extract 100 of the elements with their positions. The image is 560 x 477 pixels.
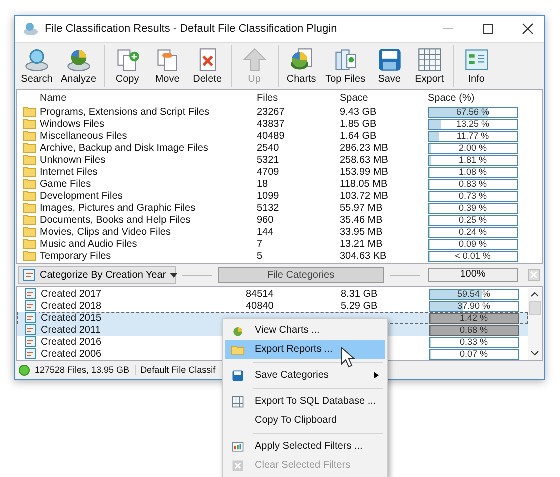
folder-icon — [21, 107, 38, 117]
column-header[interactable]: Space — [340, 93, 428, 104]
percent-bar: 13.25 % — [428, 118, 518, 130]
toolbar-button[interactable]: Delete — [188, 43, 228, 89]
status-text: Default File Classif — [140, 365, 216, 375]
table-cell-text: 7 — [257, 238, 264, 250]
table-cell-text: 1.85 GB — [340, 118, 378, 130]
menu-item[interactable]: Export Reports ... — [225, 340, 385, 359]
folder-icon — [21, 227, 38, 237]
calendar-icon — [23, 268, 36, 282]
percent-bar: 59.54 % — [429, 288, 519, 300]
table-cell-text: Documents, Books and Help Files — [39, 214, 192, 226]
save-icon — [231, 368, 245, 382]
table-cell-text: Game Files — [39, 178, 92, 190]
table-cell-text: 258.63 MB — [340, 154, 390, 166]
folder-icon — [21, 119, 38, 129]
percent-bar: 0.68 % — [429, 324, 519, 336]
folder-icon — [21, 179, 38, 189]
table-cell[interactable]: Created 2017 — [39, 288, 246, 300]
info-icon — [464, 47, 490, 73]
scrollbar[interactable] — [528, 288, 542, 360]
file-categories-button[interactable]: File Categories — [218, 267, 384, 283]
table-cell-text: 23267 — [257, 106, 286, 118]
table-cell-text: 18 — [257, 178, 270, 190]
save-icon — [376, 47, 403, 73]
table-cell-text: Temporary Files — [39, 250, 112, 262]
folder-icon — [21, 167, 38, 177]
percent-bar: 67.56 % — [428, 106, 518, 118]
column-header[interactable]: Files — [257, 93, 340, 104]
percent-bar: 1.08 % — [428, 166, 518, 178]
percent-bar: 1.81 % — [428, 154, 518, 166]
table-cell-text: 5 — [257, 250, 264, 262]
folder-icon — [21, 215, 38, 225]
scroll-thumb[interactable] — [529, 301, 541, 315]
folder-icon — [21, 131, 38, 141]
table-cell-text: Images, Pictures and Graphic Files — [39, 202, 197, 214]
percent-bar: 0.33 % — [429, 336, 519, 348]
folder-icon — [21, 251, 38, 261]
table-cell-text: 40489 — [257, 130, 286, 142]
dropdown-arrow-icon — [170, 272, 178, 278]
toolbar-button[interactable]: Charts — [282, 43, 322, 89]
menu-item[interactable]: Export To SQL Database ... — [225, 392, 385, 411]
menu-item[interactable]: Apply Selected Filters ... — [225, 437, 385, 456]
table-cell-text: 5132 — [257, 202, 280, 214]
percent-bar: 0.07 % — [429, 348, 519, 360]
pie-disk-icon — [66, 47, 92, 73]
status-text: 127528 Files, 13.95 GB — [35, 365, 136, 375]
table-cell-text: Unknown Files — [39, 154, 107, 166]
table-cell[interactable]: Created 2018 — [39, 300, 246, 312]
toolbar-button[interactable]: Search — [17, 43, 57, 89]
scroll-up-icon[interactable] — [531, 292, 539, 297]
cursor-icon — [341, 347, 355, 369]
table-cell-text: 5.29 GB — [341, 300, 379, 312]
menu-item[interactable]: Save Categories — [225, 366, 385, 385]
table-cell-text: Development Files — [39, 190, 124, 202]
scroll-down-icon[interactable] — [531, 351, 539, 356]
percent-bar: < 0.01 % — [428, 250, 518, 262]
toolbar-button[interactable]: Move — [148, 43, 188, 89]
table-cell-text: 153.99 MB — [340, 166, 390, 178]
menu-item[interactable]: Copy To Clipboard — [225, 411, 385, 430]
column-header[interactable]: Name — [38, 93, 257, 104]
table-cell-text: 13.21 MB — [340, 238, 384, 250]
app-icon — [23, 21, 39, 37]
search-icon — [24, 47, 50, 73]
status-dot-icon — [19, 364, 30, 376]
close-icon[interactable] — [522, 23, 534, 35]
table-cell-text: 8.31 GB — [341, 288, 379, 300]
table-cell-text: 40840 — [246, 300, 275, 312]
percent-bar: 0.83 % — [428, 178, 518, 190]
table-cell-text: 43837 — [257, 118, 286, 130]
toolbar-button[interactable]: Info — [456, 43, 497, 89]
toolbar-button[interactable]: Export — [410, 43, 450, 89]
grid-icon — [231, 394, 245, 408]
progress-field: 100% — [428, 268, 518, 282]
table-cell-text: 9.43 GB — [340, 106, 378, 118]
toolbar-button[interactable]: Analyze — [57, 43, 101, 89]
table-cell-text: 84514 — [246, 288, 275, 300]
table-cell-text: Music and Audio Files — [39, 238, 138, 250]
column-header[interactable]: Space (%) — [428, 93, 475, 104]
table-cell-text: 2540 — [257, 142, 280, 154]
table-cell-text: Windows Files — [39, 118, 106, 130]
documents-icon — [332, 47, 359, 73]
percent-bar: 0.24 % — [428, 226, 518, 238]
categorize-dropdown[interactable]: Categorize By Creation Year — [18, 266, 176, 284]
table-cell-text: 33.95 MB — [340, 226, 384, 238]
table-cell-text: Miscellaneous Files — [39, 130, 128, 142]
maximize-icon[interactable] — [482, 23, 494, 35]
clear-icon — [231, 458, 245, 472]
folder-icon — [21, 143, 38, 153]
table-cell-text: Archive, Backup and Disk Image Files — [39, 142, 210, 154]
toolbar-button[interactable]: Save — [370, 43, 410, 89]
percent-bar: 2.00 % — [428, 142, 518, 154]
toolbar-button[interactable]: Copy — [108, 43, 148, 89]
percent-bar: 0.39 % — [428, 202, 518, 214]
table-cell-text: 103.72 MB — [340, 190, 390, 202]
percent-bar: 0.73 % — [428, 190, 518, 202]
toolbar-button[interactable]: Top Files — [322, 43, 370, 89]
grid-icon — [416, 47, 443, 73]
copy-icon — [114, 47, 141, 73]
table-cell-text: 1.64 GB — [340, 130, 378, 142]
